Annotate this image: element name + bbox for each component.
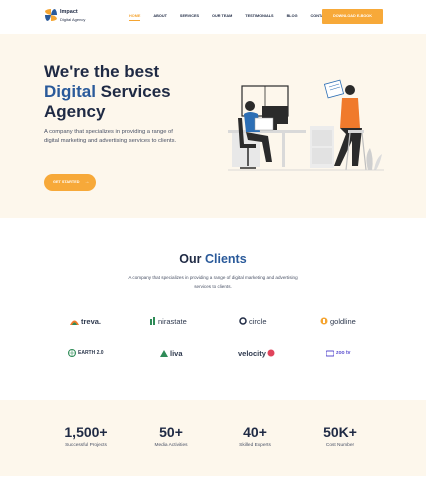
stat-media-activities: 50+ Media Activities: [131, 424, 211, 448]
velocity-logo-icon: [267, 349, 275, 357]
hero-title-line2: Services: [95, 82, 171, 101]
client-logo-circle: circle: [239, 315, 267, 327]
hero-description: A company that specializes in providing …: [44, 129, 177, 144]
brand-logo[interactable]: Impact Digital Agency: [44, 8, 104, 26]
clients-title-part1: Our: [179, 252, 205, 266]
client-name: circle: [249, 316, 267, 326]
download-ebook-button[interactable]: DOWNLOAD E-BOOK: [322, 9, 383, 24]
arrow-right-icon: →: [84, 179, 90, 185]
main-nav: HOME ABOUT SERVICES OUR TEAM TESTIMONIAL…: [129, 14, 329, 21]
nav-item-services[interactable]: SERVICES: [180, 14, 199, 18]
client-logo-nirastate: nirastate: [150, 315, 187, 327]
client-logo-liva: liva: [160, 347, 183, 359]
client-name: nirastate: [158, 316, 187, 326]
zootv-logo-icon: [326, 350, 334, 356]
liva-logo-icon: [160, 349, 168, 357]
client-name: goldline: [330, 316, 356, 326]
client-name: velocity: [238, 348, 266, 358]
client-logo-earth: EARTH 2.0: [68, 347, 104, 359]
circle-logo-icon: [239, 317, 247, 325]
hero-illustration: [228, 79, 384, 171]
stat-label: Skilled Experts: [239, 443, 271, 448]
stat-value: 50K+: [323, 424, 357, 440]
client-logo-zootv: zoo tv: [326, 347, 350, 359]
hero-title-line3: Agency: [44, 102, 106, 121]
nav-item-home[interactable]: HOME: [129, 14, 141, 21]
plant: [366, 148, 373, 170]
goldline-logo-icon: [320, 317, 328, 325]
seated-person-head: [245, 101, 255, 111]
client-logo-velocity: velocity: [238, 347, 277, 359]
nav-item-testimonials[interactable]: TESTIMONIALS: [245, 14, 273, 18]
stat-skilled-experts: 40+ Skilled Experts: [215, 424, 295, 448]
client-name: treva.: [81, 316, 102, 326]
earth-logo-icon: [68, 349, 76, 357]
nav-item-blog[interactable]: BLOG: [287, 14, 298, 18]
clients-title: Our Clients: [0, 252, 426, 266]
clients-description: A company that specializes in providing …: [128, 275, 298, 289]
client-name: EARTH 2.0: [78, 350, 104, 356]
clients-title-accent: Clients: [205, 252, 247, 266]
stat-label: Media Activities: [154, 443, 188, 448]
stat-label: Cost Number: [325, 443, 355, 448]
nav-item-our-team[interactable]: OUR TEAM: [212, 14, 232, 18]
client-logo-goldline: goldline: [320, 315, 356, 327]
treva-logo-icon: [70, 320, 79, 325]
nav-item-about[interactable]: ABOUT: [153, 14, 167, 18]
client-name: liva: [170, 348, 183, 358]
hero-section: We're the best Digital Services Agency A…: [0, 34, 426, 218]
brand-name: Impact: [60, 9, 78, 15]
stat-cost-number: 50K+ Cost Number: [300, 424, 380, 448]
site-header: Impact Digital Agency HOME ABOUT SERVICE…: [0, 0, 426, 34]
standing-person-head: [345, 85, 355, 95]
nirastate-logo-icon: [150, 317, 155, 325]
stat-successful-projects: 1,500+ Successful Projects: [46, 424, 126, 448]
get-started-button[interactable]: GET STARTED →: [44, 174, 96, 191]
stat-value: 50+: [159, 424, 183, 440]
client-logo-treva: treva.: [70, 315, 101, 327]
get-started-label: GET STARTED: [53, 180, 80, 184]
hero-title-line1: We're the best: [44, 62, 160, 81]
stat-value: 40+: [243, 424, 267, 440]
stat-label: Successful Projects: [65, 443, 107, 448]
impact-logo-icon: [45, 9, 57, 21]
hero-title: We're the best Digital Services Agency: [44, 62, 194, 122]
client-name: zoo tv: [336, 350, 351, 356]
stat-value: 1,500+: [64, 424, 108, 440]
brand-tagline: Digital Agency: [60, 17, 86, 22]
hero-title-accent: Digital: [44, 82, 96, 101]
stats-section: 1,500+ Successful Projects 50+ Media Act…: [0, 400, 426, 476]
